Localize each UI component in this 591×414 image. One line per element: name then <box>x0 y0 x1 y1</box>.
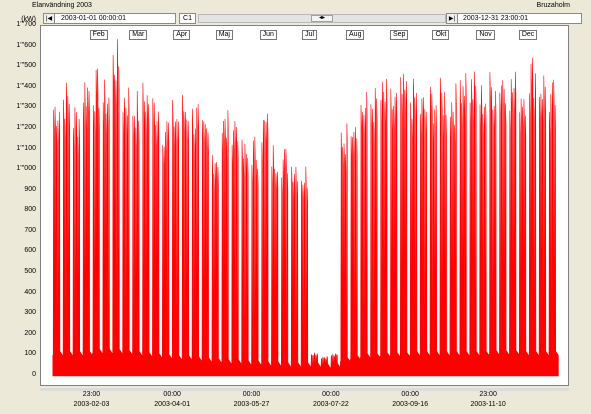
month-marker: Apr <box>173 30 191 40</box>
y-tick-label: 800 <box>24 206 36 214</box>
y-tick-label: 1'''700 <box>16 21 36 28</box>
y-tick-label: 200 <box>24 329 36 337</box>
month-marker: Jun <box>259 30 277 40</box>
x-tick-date: 2003-09-16 <box>392 401 429 408</box>
x-tick-date: 2003-07-22 <box>312 401 349 408</box>
y-tick-label: 1'''100 <box>16 144 36 152</box>
x-tick-date: 2003-02-03 <box>73 401 110 408</box>
y-tick-label: 1'''000 <box>16 165 36 173</box>
energy-usage-chart <box>52 39 559 377</box>
x-tick-date: 2003-05-27 <box>233 401 270 408</box>
x-tick-time: 00:00 <box>401 391 419 398</box>
y-tick-label: 1'''300 <box>16 103 36 111</box>
end-date-field[interactable]: ▶| 2003-12-31 23:00:01 <box>446 13 582 24</box>
vertical-scrollbar[interactable] <box>574 25 590 386</box>
month-marker: Jul <box>302 30 318 40</box>
month-marker: Sep <box>389 30 409 40</box>
start-datetime: 2003-01-01 00:00:01 <box>61 15 126 22</box>
x-tick-time: 00:00 <box>163 391 181 398</box>
y-tick-label: 600 <box>24 247 36 255</box>
y-tick-label: 1'''400 <box>16 82 36 90</box>
energy-series-area <box>52 39 559 377</box>
x-tick-time: 00:00 <box>242 391 261 398</box>
start-date-field[interactable]: |◀ 2003-01-01 00:00:01 <box>43 13 176 24</box>
month-marker: Mar <box>129 30 148 40</box>
scroll-thumb[interactable]: ◂▸ <box>311 15 333 22</box>
y-tick-label: 0 <box>32 371 36 378</box>
month-marker: Nov <box>476 30 495 40</box>
y-tick-label: 700 <box>24 226 36 234</box>
y-tick-label: 100 <box>24 350 36 358</box>
x-tick-time: 23:00 <box>82 391 101 398</box>
x-tick-date: 2003-11-10 <box>470 401 506 408</box>
window-title: Elanvändning 2003 <box>32 2 92 9</box>
first-page-button[interactable]: |◀ <box>44 14 55 23</box>
site-name: Bruzaholm <box>536 2 570 9</box>
month-marker: Dec <box>518 30 538 40</box>
x-tick-time: 23:00 <box>479 391 497 398</box>
y-tick-label: 1'''200 <box>16 123 36 131</box>
window-title-bar: Elanvändning 2003 Bruzaholm <box>0 0 591 12</box>
end-datetime: 2003-12-31 23:00:01 <box>463 15 528 22</box>
time-scrollbar[interactable]: ◂▸ <box>198 14 446 23</box>
chart-plot-area[interactable]: Feb Mar Apr Maj Jun Jul Aug Sep Okt Nov Dec <box>40 25 569 386</box>
channel-selector[interactable]: C1 <box>179 13 196 24</box>
y-tick-label: 1'''500 <box>16 62 36 70</box>
y-tick-label: 300 <box>24 309 36 317</box>
y-tick-label: 900 <box>24 185 36 193</box>
month-marker: Feb <box>89 30 108 40</box>
x-tick-date: 2003-04-01 <box>154 401 191 408</box>
y-tick-label: 500 <box>24 268 36 276</box>
y-tick-label: 400 <box>24 288 36 296</box>
month-marker: Okt <box>432 30 450 40</box>
last-page-button[interactable]: ▶| <box>447 14 458 23</box>
y-tick-label: 1'''600 <box>16 41 36 49</box>
month-marker: Aug <box>346 30 365 40</box>
month-marker: Maj <box>215 30 233 40</box>
x-tick-time: 00:00 <box>322 391 340 398</box>
